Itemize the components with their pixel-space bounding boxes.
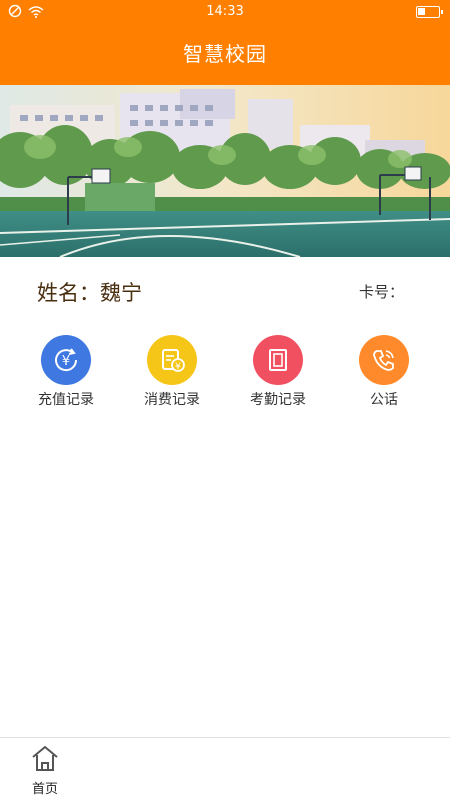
attendance-icon	[253, 335, 303, 385]
tab-home[interactable]: 首页	[22, 744, 68, 797]
status-bar: 14:33	[0, 0, 450, 24]
attendance-records-label: 考勤记录	[250, 392, 306, 408]
phone-icon	[359, 335, 409, 385]
svg-text:¥: ¥	[62, 354, 70, 369]
tab-home-label: 首页	[31, 782, 58, 797]
recharge-records-label: 充值记录	[38, 392, 94, 408]
student-name: 姓名：魏宁	[37, 281, 142, 305]
recharge-icon: ¥	[41, 335, 91, 385]
app-bar: 智慧校园	[0, 24, 450, 85]
quick-actions: ¥ 充值记录 ¥ 消费记录 考勤记录 公话	[0, 335, 450, 415]
campus-banner-image	[0, 85, 450, 257]
attendance-records-button[interactable]: 考勤记录	[228, 335, 328, 409]
battery-icon	[416, 6, 443, 18]
profile-section: 姓名：魏宁 卡号：	[0, 257, 450, 325]
bottom-tab-bar: 首页	[0, 737, 450, 800]
public-phone-button[interactable]: 公话	[334, 335, 434, 409]
svg-text:¥: ¥	[175, 362, 181, 372]
receipt-icon: ¥	[147, 335, 197, 385]
consumption-records-button[interactable]: ¥ 消费记录	[122, 335, 222, 409]
consumption-records-label: 消费记录	[144, 392, 200, 408]
card-number-label: 卡号：	[358, 283, 404, 301]
page-title: 智慧校园	[183, 42, 267, 66]
home-icon	[32, 745, 58, 771]
public-phone-label: 公话	[370, 392, 398, 408]
recharge-records-button[interactable]: ¥ 充值记录	[16, 335, 116, 409]
status-time: 14:33	[206, 4, 244, 19]
battery-level	[418, 8, 425, 15]
